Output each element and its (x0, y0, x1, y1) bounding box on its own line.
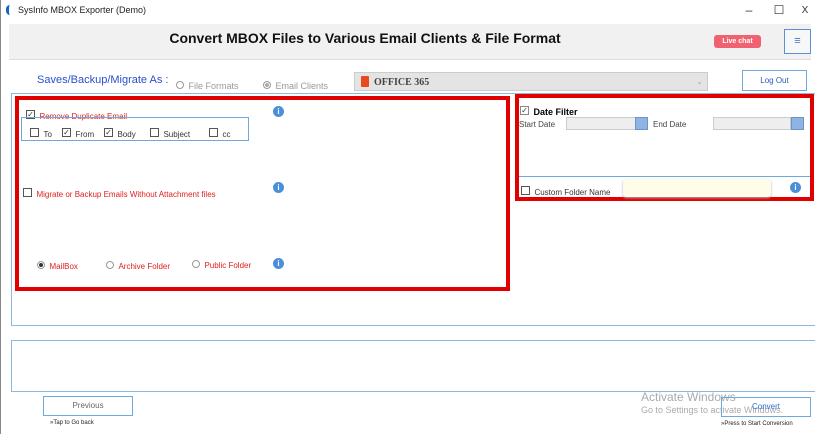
field-cc-checkbox[interactable]: cc (209, 124, 230, 142)
maximize-button[interactable]: ☐ (772, 3, 786, 17)
chevron-down-icon: ⌄ (696, 77, 703, 86)
checkbox-icon: ✓ (104, 128, 113, 138)
checkbox-label: Migrate or Backup Emails Without Attachm… (36, 190, 216, 199)
checkbox-label: Date Filter (533, 107, 578, 117)
duplicate-fields-group: To ✓ From ✓ Body Subject cc (21, 117, 249, 141)
radio-icon (106, 260, 114, 269)
info-icon[interactable]: i (790, 182, 801, 193)
radio-file-formats[interactable]: File Formats (176, 76, 238, 94)
radio-icon (263, 80, 271, 89)
checkbox-icon (209, 128, 218, 138)
radio-mailbox[interactable]: MailBox (37, 256, 78, 274)
radio-label: File Formats (188, 81, 239, 91)
checkbox-icon: ✓ (520, 106, 529, 116)
left-options-box: ✓ Remove Duplicate Email i To ✓ From ✓ B… (15, 96, 510, 291)
email-client-dropdown[interactable]: OFFICE 365 ⌄ (354, 72, 708, 91)
start-date-label: Start Date (519, 120, 556, 129)
checkbox-label: Body (117, 130, 136, 139)
checkbox-label: Subject (163, 130, 191, 139)
checkbox-label: From (75, 130, 95, 139)
radio-label: MailBox (49, 262, 78, 271)
right-options-box: ✓ Date Filter Start Date End Date Custom… (515, 94, 814, 201)
window-title: SysInfo MBOX Exporter (Demo) (18, 5, 147, 15)
custom-folder-input[interactable] (623, 179, 771, 197)
end-date-input[interactable] (713, 117, 791, 130)
custom-folder-checkbox[interactable]: Custom Folder Name (521, 182, 610, 200)
checkbox-icon (30, 128, 39, 138)
dropdown-value: OFFICE 365 (374, 77, 430, 88)
calendar-icon[interactable] (635, 117, 648, 130)
checkbox-icon (521, 186, 530, 196)
save-as-label: Saves/Backup/Migrate As : (37, 74, 169, 86)
field-from-checkbox[interactable]: ✓ From (62, 124, 94, 142)
radio-label: Public Folder (204, 261, 252, 270)
radio-label: Email Clients (275, 81, 328, 91)
minimize-button[interactable]: – (742, 3, 756, 17)
log-area (11, 340, 815, 392)
info-icon[interactable]: i (273, 182, 284, 193)
without-attachment-checkbox[interactable]: Migrate or Backup Emails Without Attachm… (23, 184, 216, 202)
radio-archive-folder[interactable]: Archive Folder (106, 256, 170, 274)
checkbox-icon (150, 128, 159, 138)
calendar-icon[interactable] (791, 117, 804, 130)
radio-icon (192, 259, 200, 268)
menu-button[interactable]: ≡ (784, 29, 811, 54)
logout-button[interactable]: Log Out (742, 70, 807, 91)
page-title: Convert MBOX Files to Various Email Clie… (169, 30, 561, 46)
field-body-checkbox[interactable]: ✓ Body (104, 124, 136, 142)
previous-hint: »Tap to Go back (50, 420, 94, 426)
convert-button[interactable]: Convert (721, 397, 811, 417)
convert-hint: »Press to Start Conversion (721, 421, 793, 427)
start-date-input[interactable] (566, 117, 636, 130)
checkbox-label: cc (222, 130, 231, 139)
live-chat-button[interactable]: Live chat (714, 35, 761, 48)
title-bar: SysInfo MBOX Exporter (Demo) – ☐ X (1, 0, 815, 22)
field-subject-checkbox[interactable]: Subject (150, 124, 190, 142)
checkbox-icon: ✓ (62, 128, 71, 138)
info-icon[interactable]: i (273, 258, 284, 269)
radio-email-clients[interactable]: Email Clients (263, 76, 328, 94)
previous-button[interactable]: Previous (43, 396, 133, 416)
app-logo-icon (6, 5, 14, 15)
radio-icon (37, 260, 45, 269)
divider (519, 176, 810, 177)
radio-icon (176, 80, 184, 89)
end-date-label: End Date (653, 120, 687, 129)
radio-label: Archive Folder (118, 262, 171, 271)
close-button[interactable]: X (798, 5, 812, 16)
field-to-checkbox[interactable]: To (30, 124, 52, 142)
checkbox-label: Custom Folder Name (534, 188, 611, 197)
header-band: Convert MBOX Files to Various Email Clie… (9, 24, 811, 60)
radio-public-folder[interactable]: Public Folder (192, 255, 251, 273)
checkbox-label: To (43, 130, 52, 139)
office-icon (361, 76, 369, 87)
checkbox-icon (23, 188, 32, 198)
info-icon[interactable]: i (273, 106, 284, 117)
